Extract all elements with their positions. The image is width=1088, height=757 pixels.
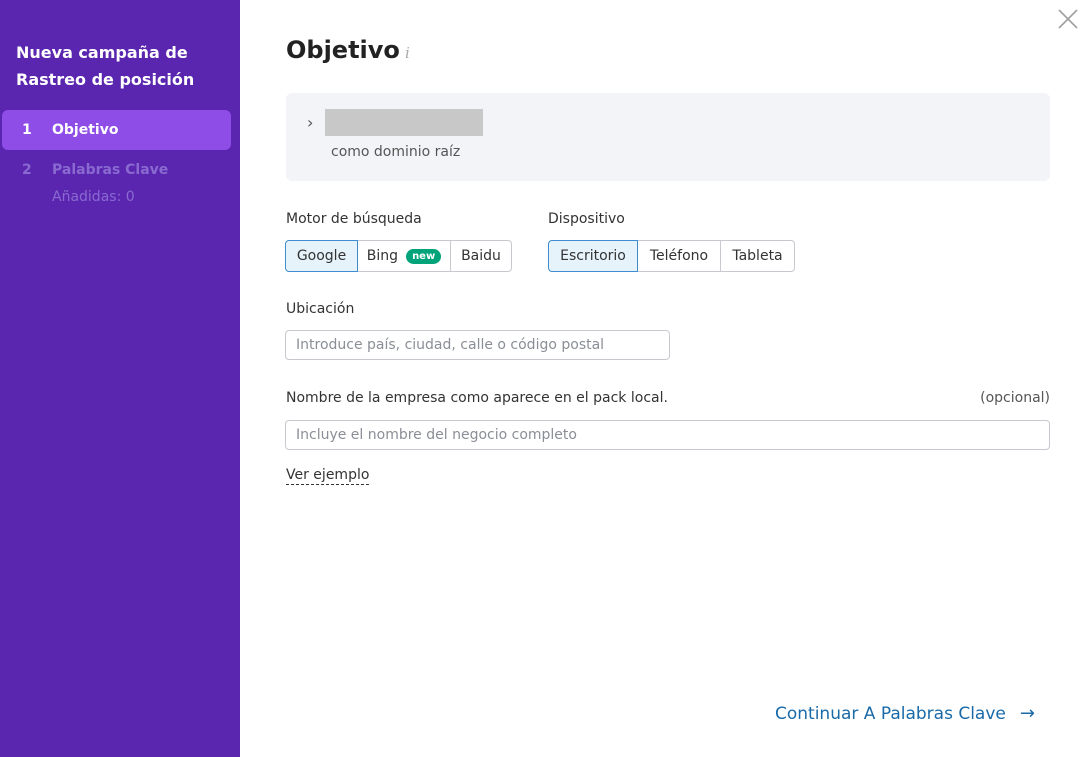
step-number: 2 (22, 162, 32, 178)
target-panel: › como dominio raíz (286, 93, 1050, 181)
engine-segmented-control: Google Bing new Baidu (285, 240, 512, 272)
see-example-link[interactable]: Ver ejemplo (286, 466, 370, 485)
device-option-tableta[interactable]: Tableta (721, 240, 795, 272)
domain-redacted (325, 109, 483, 136)
new-badge: new (406, 248, 442, 264)
domain-scope: como dominio raíz (331, 144, 461, 160)
engine-option-baidu[interactable]: Baidu (451, 240, 512, 272)
business-label: Nombre de la empresa como aparece en el … (286, 390, 668, 406)
device-option-telefono[interactable]: Teléfono (638, 240, 721, 272)
optional-note: (opcional) (980, 390, 1050, 406)
sidebar-title: Nueva campaña de Rastreo de posición (16, 43, 195, 89)
step-number: 1 (22, 122, 32, 138)
engine-option-bing[interactable]: Bing new (358, 240, 451, 272)
engine-option-label: Bing (366, 248, 399, 264)
device-option-escritorio[interactable]: Escritorio (548, 240, 638, 272)
business-name-input[interactable] (285, 420, 1050, 450)
step-label: Objetivo (52, 122, 119, 138)
location-input[interactable] (285, 330, 670, 360)
info-icon[interactable]: i (405, 44, 410, 62)
engine-option-google[interactable]: Google (285, 240, 358, 272)
device-label: Dispositivo (548, 211, 625, 227)
step-label: Palabras Clave (52, 162, 169, 178)
location-label: Ubicación (286, 301, 355, 317)
step-palabras-clave[interactable]: 2 Palabras Clave Añadidas: 0 (2, 150, 231, 214)
sidebar: Nueva campaña de Rastreo de posición 1 O… (0, 0, 240, 757)
chevron-right-icon[interactable]: › (307, 113, 313, 132)
continue-button[interactable]: Continuar A Palabras Clave → (775, 703, 1035, 724)
step-keyword-count: Añadidas: 0 (52, 189, 135, 205)
device-segmented-control: Escritorio Teléfono Tableta (548, 240, 795, 272)
page-title: Objetivo (286, 36, 400, 64)
arrow-right-icon: → (1019, 703, 1035, 724)
step-objetivo[interactable]: 1 Objetivo (2, 110, 231, 150)
close-icon[interactable] (1056, 7, 1080, 31)
engine-label: Motor de búsqueda (286, 211, 422, 227)
continue-label: Continuar A Palabras Clave (775, 703, 1006, 724)
